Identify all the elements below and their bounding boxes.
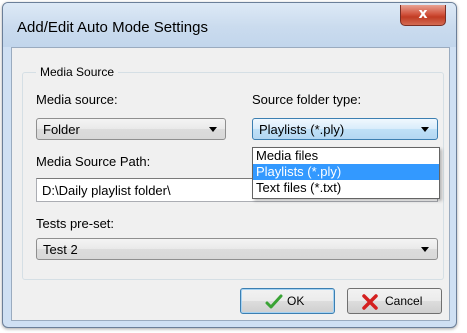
dropdown-option-media-files[interactable]: Media files: [253, 148, 439, 164]
tests-preset-value: Test 2: [43, 242, 78, 257]
media-source-value: Folder: [43, 122, 80, 137]
dialog-body: Media Source Media source: Folder Source…: [11, 47, 450, 321]
cancel-button[interactable]: Cancel: [347, 288, 442, 314]
checkmark-icon: [265, 294, 283, 309]
dialog-window: Add/Edit Auto Mode Settings x Media Sour…: [2, 2, 457, 328]
ok-label: OK: [287, 294, 305, 308]
title-bar[interactable]: Add/Edit Auto Mode Settings x: [3, 3, 456, 47]
chevron-down-icon: [421, 127, 429, 132]
dropdown-option-text-files[interactable]: Text files (*.txt): [253, 180, 439, 196]
close-button[interactable]: x: [400, 5, 446, 26]
media-source-path-label: Media Source Path:: [36, 154, 151, 169]
media-source-label: Media source:: [36, 92, 118, 107]
close-icon: x: [418, 6, 428, 22]
tests-preset-combo[interactable]: Test 2: [36, 238, 438, 260]
chevron-down-icon: [209, 127, 217, 132]
window-title: Add/Edit Auto Mode Settings: [17, 19, 208, 36]
tests-preset-label: Tests pre-set:: [36, 216, 115, 231]
source-folder-type-combo[interactable]: Playlists (*.ply): [252, 118, 438, 140]
cancel-label: Cancel: [385, 294, 423, 308]
source-folder-type-label: Source folder type:: [252, 92, 362, 107]
media-source-combo[interactable]: Folder: [36, 118, 226, 140]
ok-button[interactable]: OK: [240, 288, 335, 314]
media-source-path-value: D:\Daily playlist folder\: [42, 183, 171, 198]
red-x-icon: [362, 294, 378, 310]
chevron-down-icon: [421, 247, 429, 252]
group-legend: Media Source: [36, 65, 119, 79]
source-folder-type-dropdown: Media files Playlists (*.ply) Text files…: [252, 147, 440, 199]
source-folder-type-value: Playlists (*.ply): [259, 122, 345, 137]
dropdown-option-playlists[interactable]: Playlists (*.ply): [253, 164, 439, 180]
